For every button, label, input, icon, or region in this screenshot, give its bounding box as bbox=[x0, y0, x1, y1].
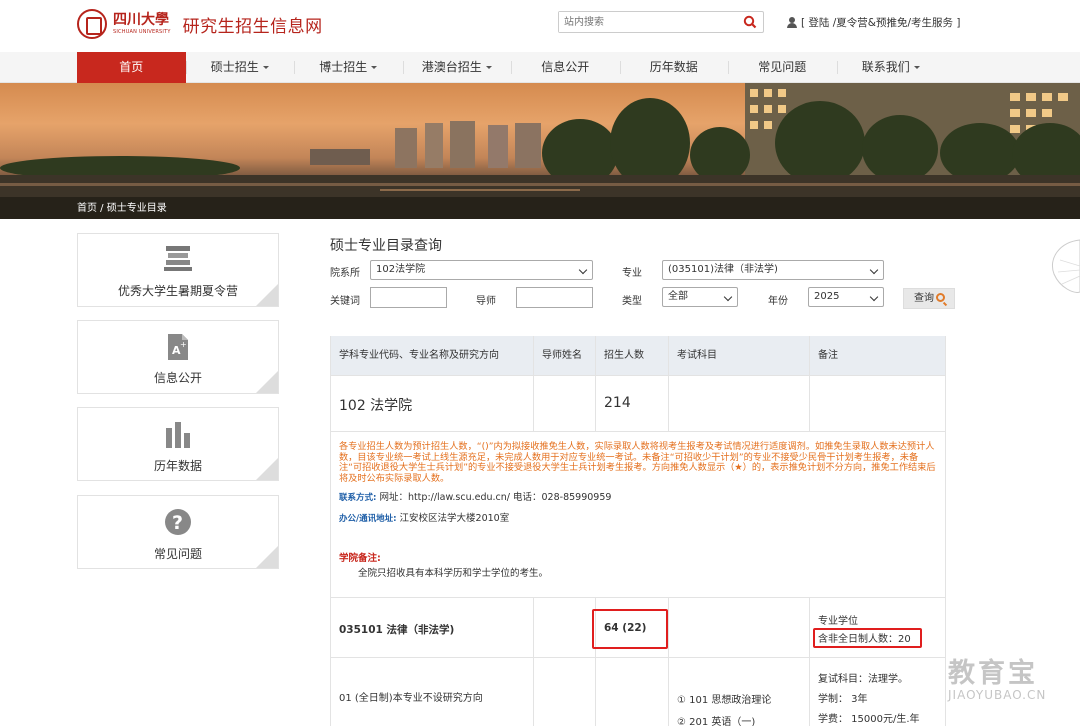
enrollment-notice: 各专业招生人数为预计招生人数，“()”内为拟接收推免生人数，实际录取人数将视考生… bbox=[339, 441, 936, 484]
college-name-cell: 102 法学院 bbox=[331, 376, 534, 432]
books-icon bbox=[164, 246, 192, 271]
nav-item-home[interactable]: 首页 bbox=[77, 52, 186, 83]
address-info: 办公/通讯地址: 江安校区法学大楼2010室 bbox=[339, 513, 510, 524]
search-icon[interactable] bbox=[743, 15, 757, 29]
advisor-label: 导师 bbox=[476, 296, 496, 307]
column-header: 导师姓名 bbox=[534, 336, 596, 376]
highlight-box bbox=[592, 609, 668, 649]
campus-banner: 首页 / 硕士专业目录 bbox=[0, 83, 1080, 219]
query-button[interactable]: 查询 bbox=[903, 288, 955, 309]
tuition-fee: 学费： 15000元/生.年 bbox=[818, 714, 920, 725]
page-title: 硕士专业目录查询 bbox=[330, 238, 442, 254]
sidebar-item-label: 优秀大学生暑期夏令营 bbox=[117, 284, 238, 298]
university-seal-icon bbox=[77, 9, 107, 39]
chevron-down-icon bbox=[913, 66, 920, 69]
nav-item-masters[interactable]: 硕士招生 bbox=[185, 52, 295, 83]
highlight-box bbox=[813, 628, 922, 648]
department-label: 院系所 bbox=[330, 268, 360, 279]
chevron-down-icon bbox=[371, 66, 378, 69]
sidebar-item-label: 常见问题 bbox=[153, 547, 202, 561]
main-nav: 首页 硕士招生 博士招生 港澳台招生 信息公开 历年数据 常见问题 联系我们 bbox=[0, 52, 1080, 83]
nav-item-doctoral[interactable]: 博士招生 bbox=[294, 52, 403, 83]
svg-text:+: + bbox=[180, 340, 187, 349]
nav-item-history[interactable]: 历年数据 bbox=[619, 52, 729, 83]
user-links-text[interactable]: [ 登陆 /夏令营&预推免/考生服务 ] bbox=[801, 15, 960, 30]
type-select[interactable]: 全部 bbox=[662, 287, 738, 307]
catalog-table: 学科专业代码、专业名称及研究方向 导师姓名 招生人数 考试科目 备注 102 法… bbox=[330, 336, 946, 726]
nav-item-info[interactable]: 信息公开 bbox=[511, 52, 620, 83]
nav-item-contact[interactable]: 联系我们 bbox=[836, 52, 946, 83]
document-icon: A + bbox=[168, 334, 188, 360]
chevron-down-icon bbox=[262, 66, 269, 69]
svg-text:?: ? bbox=[172, 512, 183, 534]
department-select[interactable]: 102法学院 bbox=[370, 260, 593, 280]
chevron-down-icon bbox=[485, 66, 492, 69]
top-header: 四川大學 SICHUAN UNIVERSITY 研究生招生信息网 [ 登陆 /夏… bbox=[0, 0, 1080, 52]
major-select[interactable]: (035101)法律（非法学) bbox=[662, 260, 884, 280]
contact-info: 联系方式: 网址：http://law.scu.edu.cn/ 电话：028-8… bbox=[339, 492, 612, 503]
type-label: 类型 bbox=[622, 296, 642, 307]
nav-item-hkmt[interactable]: 港澳台招生 bbox=[402, 52, 512, 83]
remark-text: 全院只招收具有本科学历和学士学位的考生。 bbox=[358, 568, 549, 579]
search-input[interactable] bbox=[559, 12, 729, 32]
nav-item-faq[interactable]: 常见问题 bbox=[728, 52, 837, 83]
site-title: 研究生招生信息网 bbox=[182, 16, 323, 37]
exam-subject: ② 201 英语（一) bbox=[677, 717, 756, 726]
watermark-cn: 教育宝 bbox=[948, 658, 1038, 689]
advisor-input[interactable] bbox=[516, 287, 593, 308]
bar-chart-icon bbox=[166, 422, 190, 448]
breadcrumb[interactable]: 首页 / 硕士专业目录 bbox=[77, 199, 167, 214]
major-name: 035101 法律（非法学) bbox=[331, 598, 534, 658]
column-header: 备注 bbox=[810, 336, 946, 376]
question-icon: ? bbox=[165, 509, 191, 535]
remark-title: 学院备注: bbox=[339, 553, 381, 564]
study-duration: 学制： 3年 bbox=[818, 694, 868, 705]
column-header: 考试科目 bbox=[669, 336, 810, 376]
logo-cn: 四川大學 bbox=[113, 12, 169, 28]
college-count: 214 bbox=[604, 395, 631, 411]
watermark: 教育宝 JIAOYUBAO.CN bbox=[948, 651, 1060, 711]
retest-subject: 复试科目：法理学。 bbox=[818, 674, 908, 685]
search-icon bbox=[936, 293, 945, 302]
sidebar-item-history-data[interactable]: 历年数据 bbox=[77, 407, 279, 481]
sidebar-item-label: 历年数据 bbox=[153, 459, 202, 473]
sidebar-item-summer-camp[interactable]: 优秀大学生暑期夏令营 bbox=[77, 233, 279, 307]
watermark-en: JIAOYUBAO.CN bbox=[948, 688, 1047, 702]
site-search bbox=[558, 11, 764, 33]
sidebar-item-faq[interactable]: ? 常见问题 bbox=[77, 495, 279, 569]
year-label: 年份 bbox=[768, 296, 788, 307]
column-header: 学科专业代码、专业名称及研究方向 bbox=[331, 336, 534, 376]
sidebar-item-info-disclosure[interactable]: A + 信息公开 bbox=[77, 320, 279, 394]
keyword-label: 关键词 bbox=[330, 296, 360, 307]
user-links[interactable]: [ 登陆 /夏令营&预推免/考生服务 ] bbox=[787, 15, 960, 30]
user-icon bbox=[787, 17, 797, 28]
direction-name: 01 (全日制)本专业不设研究方向 bbox=[331, 658, 534, 726]
year-select[interactable]: 2025 bbox=[808, 287, 884, 307]
major-label: 专业 bbox=[622, 268, 642, 279]
keyword-input[interactable] bbox=[370, 287, 447, 308]
college-name: 102 法学院 bbox=[339, 398, 413, 414]
exam-subject: ① 101 思想政治理论 bbox=[677, 695, 772, 706]
ginkgo-leaf-decoration bbox=[1052, 239, 1080, 293]
column-header: 招生人数 bbox=[596, 336, 669, 376]
sidebar-item-label: 信息公开 bbox=[153, 371, 202, 385]
logo-en: SICHUAN UNIVERSITY bbox=[113, 29, 171, 35]
university-logo[interactable]: 四川大學 SICHUAN UNIVERSITY 研究生招生信息网 bbox=[77, 9, 323, 39]
degree-type: 专业学位 bbox=[818, 616, 858, 627]
